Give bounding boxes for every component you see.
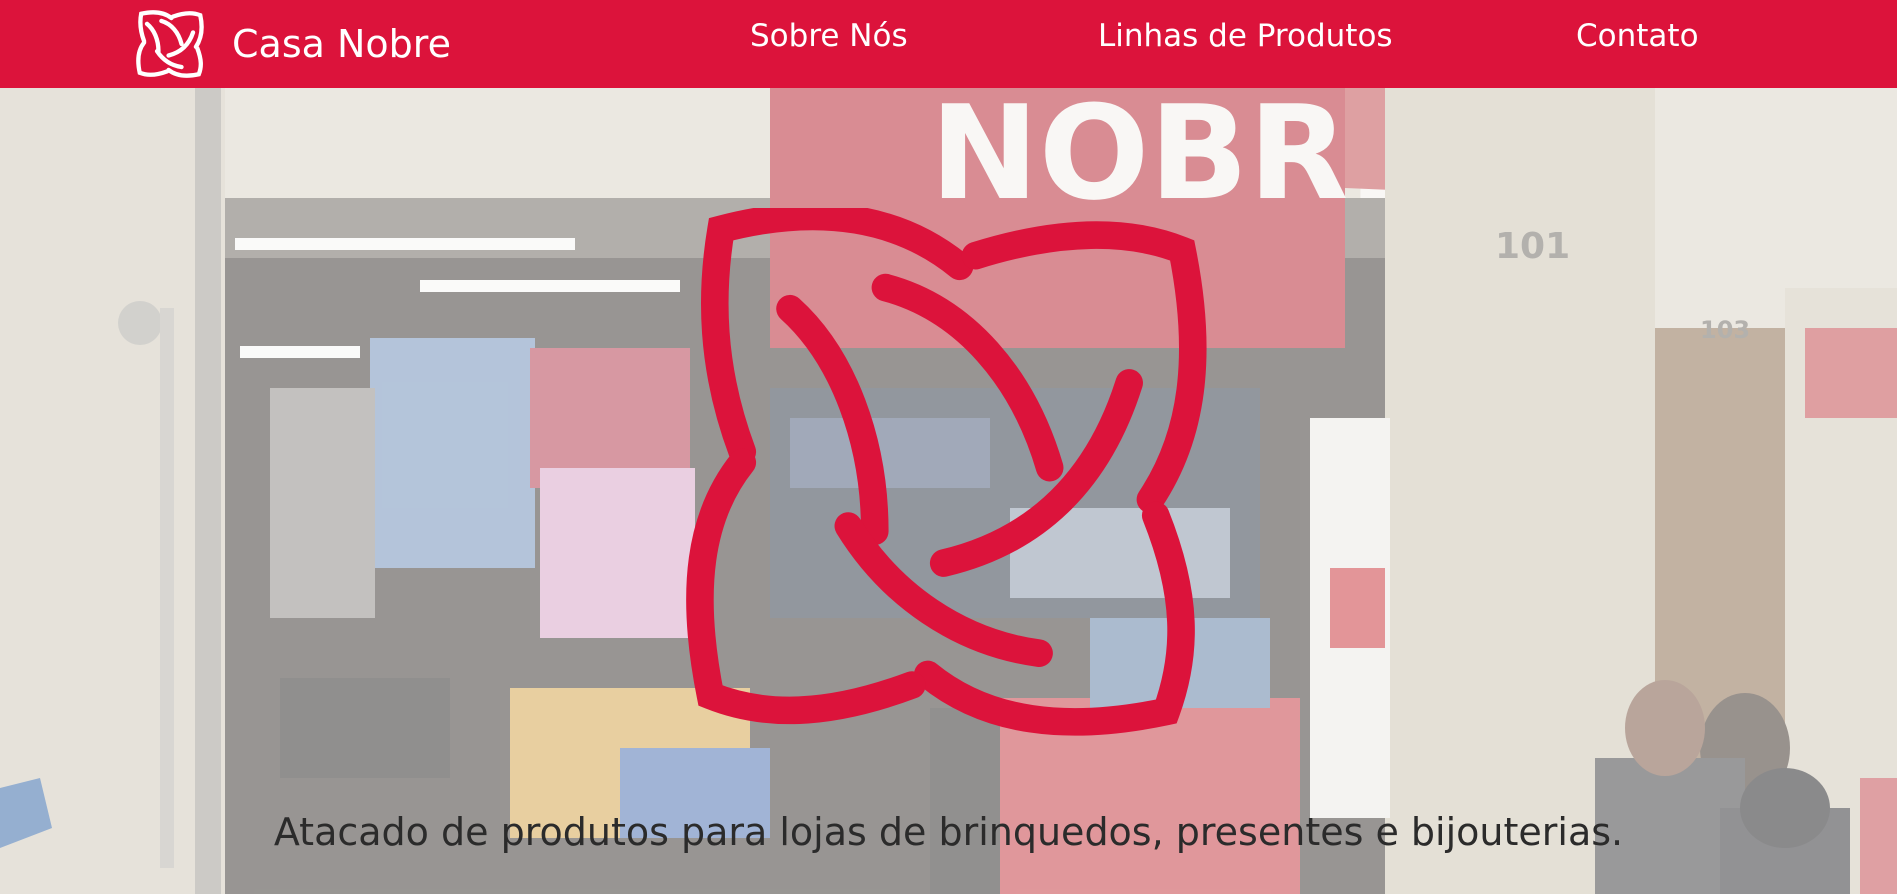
nav-link-about[interactable]: Sobre Nós bbox=[750, 18, 908, 55]
hero-tagline: Atacado de produtos para lojas de brinqu… bbox=[273, 810, 1624, 854]
nav-link-contact[interactable]: Contato bbox=[1576, 18, 1699, 55]
top-navbar: Casa Nobre Sobre Nós Linhas de Produtos … bbox=[0, 0, 1897, 88]
brand-home-link[interactable]: Casa Nobre bbox=[134, 8, 451, 80]
casa-nobre-logo-icon bbox=[136, 10, 204, 78]
hero-section: NOBRE 101 103 Atacado de produtos para l… bbox=[0, 88, 1897, 894]
nav-link-product-lines[interactable]: Linhas de Produtos bbox=[1098, 18, 1393, 55]
casa-nobre-knot-icon bbox=[686, 208, 1207, 736]
brand-name: Casa Nobre bbox=[232, 22, 451, 66]
